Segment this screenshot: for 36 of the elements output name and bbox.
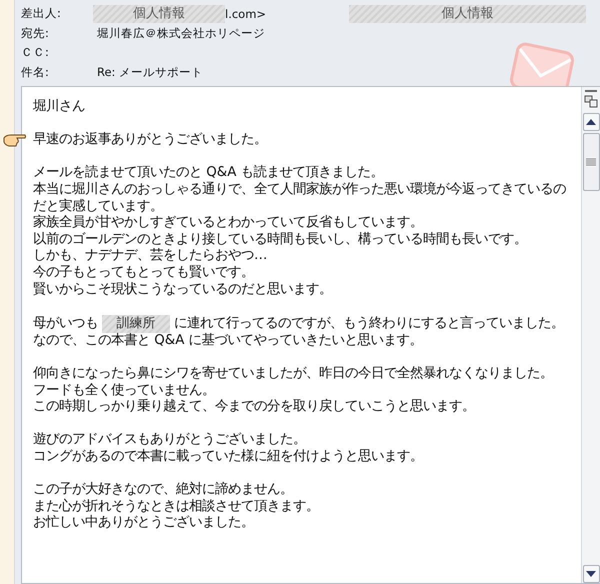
body-text: また心が折れそうなときは相談させて頂きます。 [33, 498, 320, 514]
body-text: 今の子もとってもとっても賢いです。 [33, 264, 255, 282]
body-text: 堀川さん [33, 99, 86, 116]
scroll-thumb[interactable] [582, 133, 600, 191]
body-text: フードも全く使っていません。 [33, 382, 216, 398]
redacted-text: 個人情報 [349, 4, 586, 23]
body-text: なので、この本書と Q&A に基づいてやっていきたいと思います。 [33, 332, 424, 350]
field-value: 堀川春広＠株式会社ホリページ [97, 26, 265, 41]
field-label: 宛先: [21, 26, 50, 41]
scroll-down-button[interactable] [582, 565, 600, 583]
body-text: 遊びのアドバイスもありがとうございました。 [33, 432, 307, 448]
body-text: 母がいつも [33, 316, 98, 331]
body-text: お忙しい中ありがとうございました。 [33, 515, 255, 532]
body-text: この子が大好きなので、絶対に諦めません。 [33, 482, 294, 498]
redacted-text: 訓練所 [102, 314, 170, 333]
body-text: 早速のお返事ありがとうございました。 [33, 132, 268, 149]
body-text: に連れて行ってるのですが、もう終わりにすると言っていました。 [174, 316, 564, 331]
body-text: 賢いからこそ現状こうなっているのだと思います。 [33, 282, 333, 298]
body-text: しかも、ナデナデ、芸をしたらおやつ… [33, 248, 268, 265]
redacted-text: 個人情報 [93, 4, 225, 23]
field-value: l.com> [225, 6, 266, 21]
triangle-down-icon [586, 571, 596, 577]
field-value: Re: メールサポート [97, 64, 204, 80]
body-text: この時期しっかり乗り越えて、今までの分を取り戻していこうと思います。 [33, 399, 476, 416]
scroll-up-button[interactable] [582, 113, 600, 131]
scrollbar[interactable] [581, 87, 600, 583]
field-label: 差出人: [21, 6, 62, 22]
triangle-up-icon [586, 119, 596, 125]
body-text: メールを読ませて頂いたのと Q&A も読ませて頂きました。 [33, 165, 385, 182]
field-label: ＣＣ: [21, 45, 50, 60]
body-text: 家族全員が甘やかしすぎているとわかっていて反省もしています。 [33, 215, 424, 232]
body-text: 仰向きになったら鼻にシワを寄せていましたが、昨日の今日で全然暴れなくなりました。 [33, 366, 554, 382]
body-text: 本当に堀川さんのおっしゃる通りで、全て人間家族が作った悪い環境が今返ってきているのだと実感しています。 [33, 182, 567, 214]
body-text: コングがあるので本書に載っていた様に紐を付けようと思います。 [33, 448, 424, 466]
field-label: 件名: [21, 64, 50, 80]
body-text: 以前のゴールデンのときより接している時間も長いし、構っている時間も長いです。 [33, 232, 528, 248]
